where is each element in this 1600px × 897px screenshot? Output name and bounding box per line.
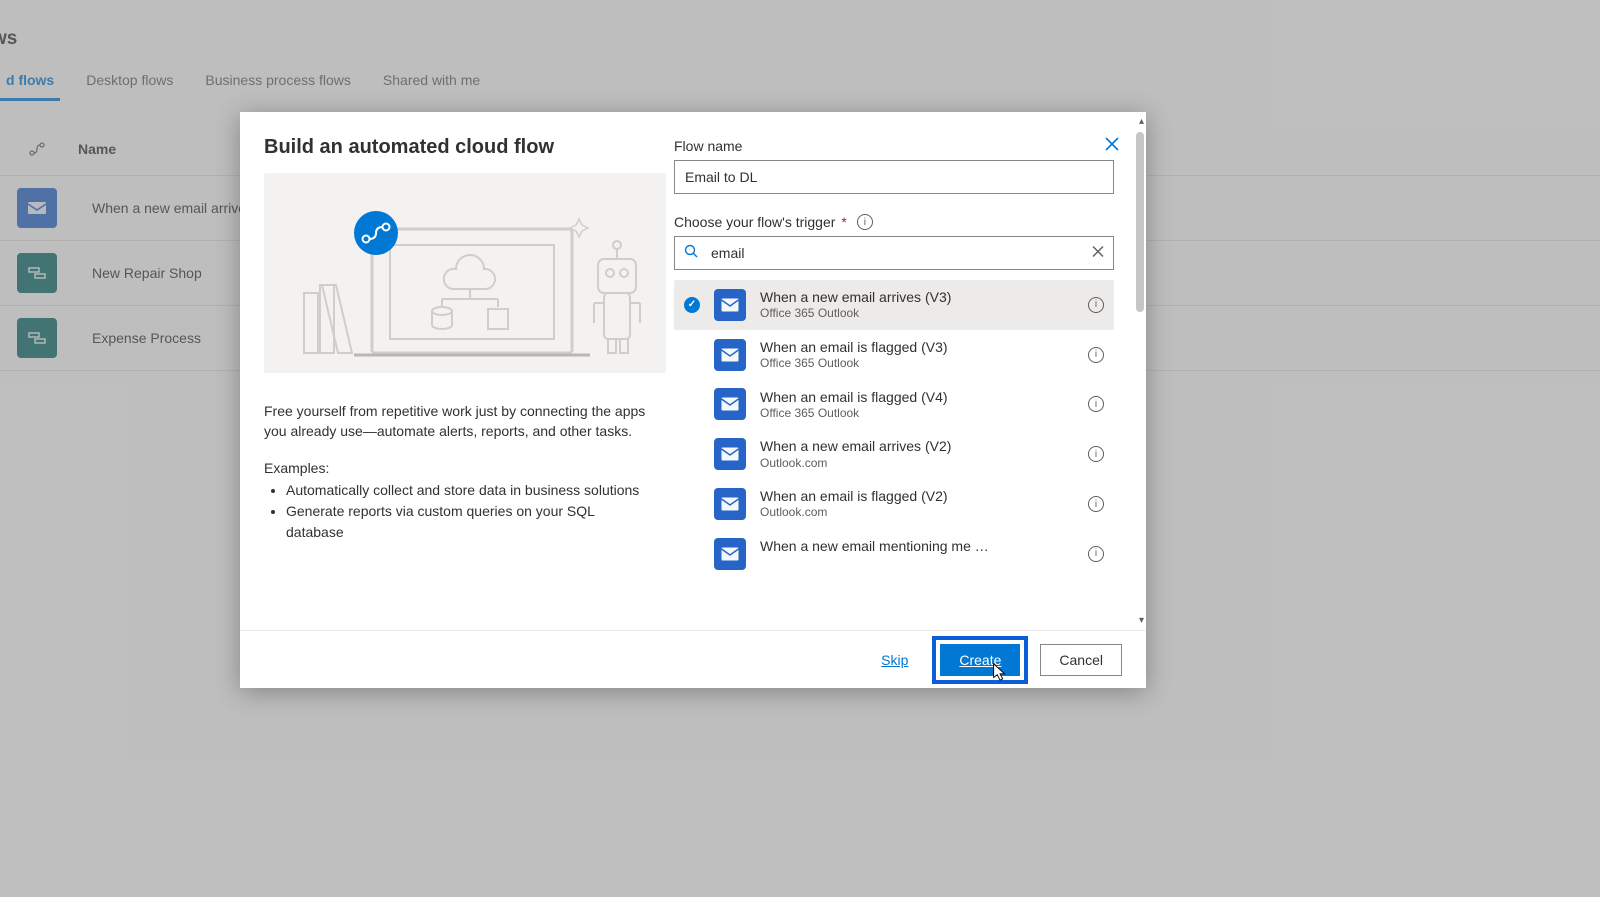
trigger-name: When a new email arrives (V3) xyxy=(760,288,990,306)
outlook-connector-icon xyxy=(714,488,746,520)
info-icon[interactable]: i xyxy=(1088,396,1104,412)
example-item: Generate reports via custom queries on y… xyxy=(286,501,650,543)
outlook-connector-icon xyxy=(714,388,746,420)
info-icon[interactable]: i xyxy=(857,214,873,230)
radio-placeholder[interactable] xyxy=(684,496,700,512)
trigger-item[interactable]: When an email is flagged (V2)Outlook.com… xyxy=(674,479,1114,529)
scroll-down-arrow[interactable]: ▾ xyxy=(1139,615,1144,626)
trigger-name: When an email is flagged (V2) xyxy=(760,487,990,505)
radio-placeholder[interactable] xyxy=(684,446,700,462)
trigger-label: Choose your flow's trigger * i xyxy=(674,214,1114,230)
flow-name-input[interactable] xyxy=(674,160,1114,194)
outlook-connector-icon xyxy=(714,438,746,470)
trigger-connector: Office 365 Outlook xyxy=(760,306,1088,322)
trigger-name: When a new email arrives (V2) xyxy=(760,437,990,455)
outlook-connector-icon xyxy=(714,289,746,321)
info-icon[interactable]: i xyxy=(1088,347,1104,363)
examples-list: Automatically collect and store data in … xyxy=(264,480,650,543)
trigger-list: When a new email arrives (V3)Office 365 … xyxy=(674,280,1114,630)
example-item: Automatically collect and store data in … xyxy=(286,480,650,501)
trigger-name: When an email is flagged (V4) xyxy=(760,388,990,406)
dialog-right-pane: Flow name Choose your flow's trigger * i… xyxy=(674,136,1132,630)
illustration xyxy=(264,173,666,373)
info-icon[interactable]: i xyxy=(1088,546,1104,562)
trigger-item[interactable]: When a new email arrives (V2)Outlook.com… xyxy=(674,429,1114,479)
outlook-connector-icon xyxy=(714,339,746,371)
radio-placeholder[interactable] xyxy=(684,347,700,363)
trigger-item[interactable]: When a new email arrives (V3)Office 365 … xyxy=(674,280,1114,330)
scroll-thumb[interactable] xyxy=(1136,132,1144,312)
dialog-footer: Skip Create Cancel xyxy=(240,630,1146,688)
trigger-connector: Office 365 Outlook xyxy=(760,356,1088,372)
trigger-connector: Office 365 Outlook xyxy=(760,406,1088,422)
clear-search-icon[interactable] xyxy=(1092,245,1104,262)
dialog-description: Free yourself from repetitive work just … xyxy=(264,401,650,442)
create-button-highlight: Create xyxy=(932,636,1028,684)
trigger-item[interactable]: When an email is flagged (V3)Office 365 … xyxy=(674,330,1114,380)
radio-checked-icon[interactable] xyxy=(684,297,700,313)
trigger-search-input[interactable] xyxy=(674,236,1114,270)
trigger-name: When an email is flagged (V3) xyxy=(760,338,990,356)
outlook-connector-icon xyxy=(714,538,746,570)
radio-placeholder[interactable] xyxy=(684,546,700,562)
cancel-button[interactable]: Cancel xyxy=(1040,644,1122,676)
examples-label: Examples: xyxy=(264,460,650,476)
close-button[interactable] xyxy=(1096,128,1128,160)
trigger-connector: Outlook.com xyxy=(760,505,1088,521)
flow-name-label: Flow name xyxy=(674,138,1114,154)
radio-placeholder[interactable] xyxy=(684,396,700,412)
trigger-item[interactable]: When a new email mentioning me a...Outlo… xyxy=(674,529,1114,571)
info-icon[interactable]: i xyxy=(1088,297,1104,313)
dialog-left-pane: Build an automated cloud flow xyxy=(264,136,674,630)
trigger-item[interactable]: When an email is flagged (V4)Office 365 … xyxy=(674,380,1114,430)
build-flow-dialog: Build an automated cloud flow xyxy=(240,112,1146,688)
create-button[interactable]: Create xyxy=(940,644,1020,676)
required-asterisk: * xyxy=(841,214,846,230)
info-icon[interactable]: i xyxy=(1088,496,1104,512)
search-icon xyxy=(684,244,698,262)
dialog-title: Build an automated cloud flow xyxy=(264,136,554,159)
scroll-up-arrow[interactable]: ▴ xyxy=(1139,116,1144,127)
info-icon[interactable]: i xyxy=(1088,446,1104,462)
trigger-connector: Outlook.com xyxy=(760,456,1088,472)
dialog-scrollbar[interactable]: ▴ ▾ xyxy=(1132,118,1144,624)
trigger-name: When a new email mentioning me a... xyxy=(760,537,990,555)
skip-button[interactable]: Skip xyxy=(869,644,920,676)
